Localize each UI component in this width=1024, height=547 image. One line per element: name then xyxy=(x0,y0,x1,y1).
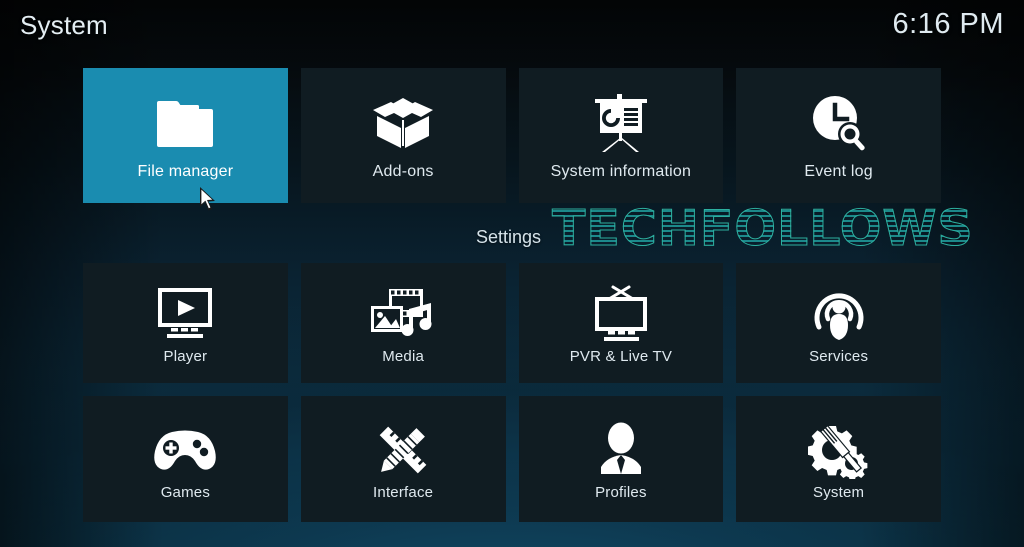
folder-icon xyxy=(150,92,220,154)
tile-label: Interface xyxy=(373,483,434,501)
tile-file-manager[interactable]: File manager xyxy=(83,68,288,203)
tile-profiles[interactable]: Profiles xyxy=(518,396,724,522)
presentation-chart-icon xyxy=(586,92,656,154)
gears-tools-icon xyxy=(804,419,874,481)
open-box-icon xyxy=(368,92,438,154)
tile-services[interactable]: Services xyxy=(736,263,941,383)
clock-label: 6:16 PM xyxy=(892,8,1004,40)
tile-player[interactable]: Player xyxy=(83,263,288,383)
broadcast-user-icon xyxy=(804,283,874,345)
gamepad-icon xyxy=(150,419,220,481)
tile-label: Profiles xyxy=(595,483,647,501)
monitor-play-icon xyxy=(150,283,220,345)
tile-label: Media xyxy=(382,347,425,365)
tile-label: File manager xyxy=(137,162,234,180)
person-icon xyxy=(586,419,656,481)
antenna-tv-icon xyxy=(586,283,656,345)
tile-media[interactable]: Media xyxy=(300,263,506,383)
tile-label: Services xyxy=(809,347,869,365)
tile-system[interactable]: System xyxy=(736,396,941,522)
settings-tile-row-1: Player Media PVR & Live TV Services xyxy=(83,263,941,383)
tile-label: Games xyxy=(160,483,211,501)
settings-tile-row-2: Games Interface Profiles System xyxy=(83,396,941,522)
clock-search-icon xyxy=(804,92,874,154)
tile-event-log[interactable]: Event log xyxy=(736,68,941,203)
tile-interface[interactable]: Interface xyxy=(300,396,506,522)
media-mix-icon xyxy=(368,283,438,345)
page-title: System xyxy=(20,10,108,40)
tile-label: Event log xyxy=(804,162,873,180)
tile-label: System information xyxy=(550,162,692,180)
settings-section-label: Settings xyxy=(476,227,542,247)
tile-label: Player xyxy=(163,347,208,365)
pencil-ruler-icon xyxy=(368,419,438,481)
tile-pvr-live-tv[interactable]: PVR & Live TV xyxy=(518,263,724,383)
tile-add-ons[interactable]: Add-ons xyxy=(300,68,506,203)
tile-label: Add-ons xyxy=(372,162,434,180)
tile-games[interactable]: Games xyxy=(83,396,288,522)
tile-label: PVR & Live TV xyxy=(569,347,673,365)
tile-label: System xyxy=(813,483,865,501)
tile-system-information[interactable]: System information xyxy=(518,68,724,203)
top-tile-row: File manager Add-ons System information … xyxy=(83,68,941,203)
